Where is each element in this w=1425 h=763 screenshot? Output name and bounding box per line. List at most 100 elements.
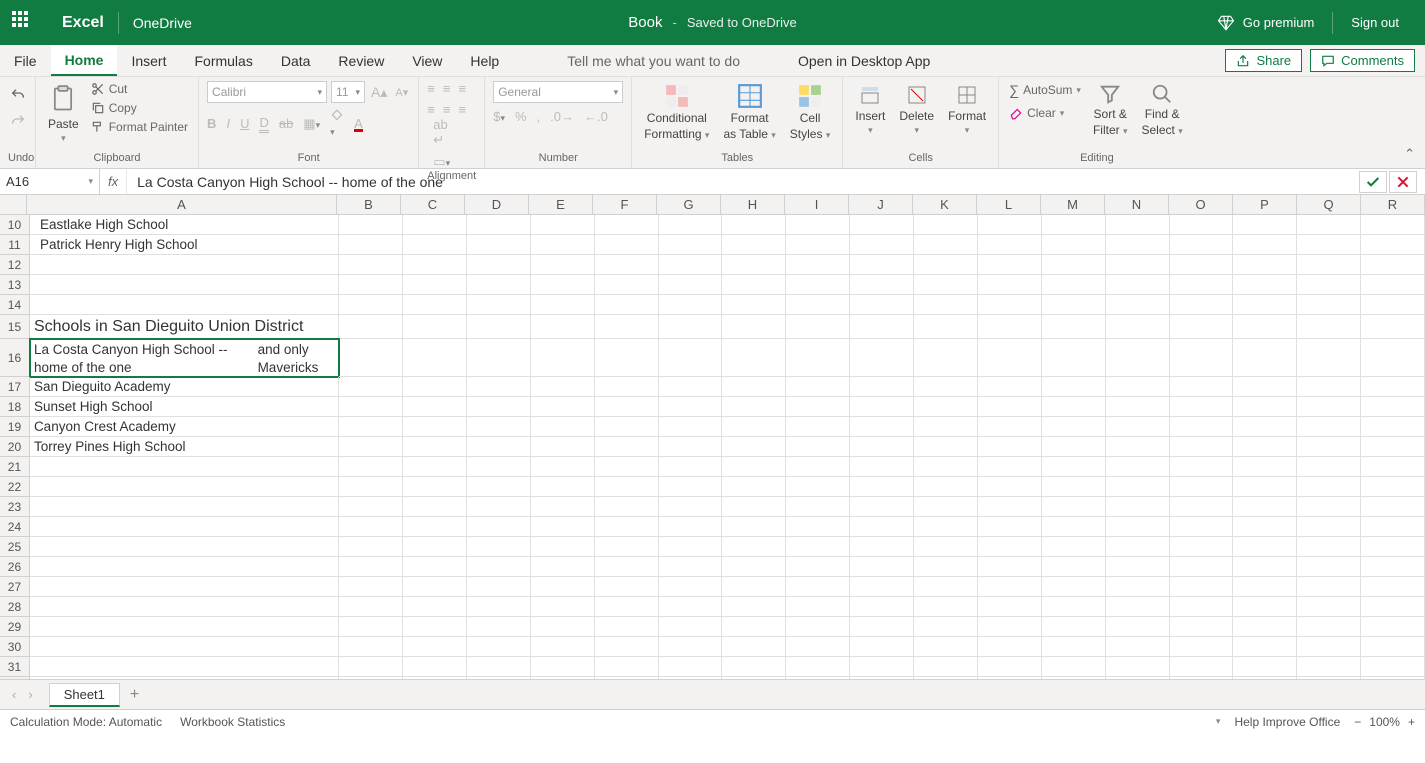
cell[interactable] <box>1106 657 1170 677</box>
row-header[interactable]: 23 <box>0 497 30 517</box>
cell[interactable] <box>1233 617 1297 637</box>
cell[interactable] <box>30 497 339 517</box>
comments-button[interactable]: Comments <box>1310 49 1415 72</box>
cell[interactable] <box>1170 557 1234 577</box>
cell[interactable] <box>659 577 723 597</box>
cell[interactable] <box>786 255 850 275</box>
cell[interactable] <box>1042 657 1106 677</box>
row-header[interactable]: 14 <box>0 295 30 315</box>
cell[interactable] <box>786 417 850 437</box>
cell[interactable] <box>339 339 403 377</box>
sign-out-button[interactable]: Sign out <box>1333 0 1417 45</box>
cell[interactable] <box>1170 275 1234 295</box>
cell[interactable] <box>467 577 531 597</box>
cell[interactable] <box>1233 417 1297 437</box>
row-header[interactable]: 28 <box>0 597 30 617</box>
cell[interactable] <box>1042 235 1106 255</box>
comma-button[interactable]: , <box>537 109 541 124</box>
column-header[interactable]: B <box>337 195 401 214</box>
cell[interactable] <box>403 497 467 517</box>
number-format-combo[interactable]: General▾ <box>493 81 623 103</box>
cell[interactable] <box>1233 557 1297 577</box>
cell[interactable] <box>531 295 595 315</box>
cell[interactable] <box>1106 235 1170 255</box>
cell[interactable] <box>531 377 595 397</box>
cell[interactable] <box>339 677 403 679</box>
cell[interactable] <box>1233 295 1297 315</box>
cell[interactable] <box>1297 477 1361 497</box>
cell[interactable] <box>467 255 531 275</box>
row-header[interactable]: 12 <box>0 255 30 275</box>
cell[interactable] <box>1106 497 1170 517</box>
cell[interactable] <box>786 457 850 477</box>
row-header[interactable]: 22 <box>0 477 30 497</box>
cell[interactable] <box>1170 577 1234 597</box>
cell[interactable] <box>786 215 850 235</box>
cell[interactable] <box>531 417 595 437</box>
cell[interactable] <box>850 637 914 657</box>
cell[interactable] <box>595 557 659 577</box>
cell[interactable] <box>1233 235 1297 255</box>
align-middle-button[interactable]: ≡ <box>443 81 451 96</box>
cell[interactable] <box>659 275 723 295</box>
cell[interactable] <box>850 657 914 677</box>
cell[interactable] <box>1361 457 1425 477</box>
tab-formulas[interactable]: Formulas <box>180 45 266 76</box>
cell[interactable] <box>339 517 403 537</box>
cell[interactable] <box>1170 457 1234 477</box>
row-header[interactable]: 10 <box>0 215 30 235</box>
cell[interactable] <box>978 477 1042 497</box>
cell[interactable] <box>1170 315 1234 339</box>
cell[interactable] <box>531 255 595 275</box>
cell[interactable] <box>1297 497 1361 517</box>
cell[interactable] <box>1106 457 1170 477</box>
share-button[interactable]: Share <box>1225 49 1302 72</box>
cell[interactable] <box>1106 275 1170 295</box>
cell[interactable] <box>1106 477 1170 497</box>
cell[interactable] <box>1233 577 1297 597</box>
cell[interactable] <box>1042 295 1106 315</box>
cell[interactable] <box>914 577 978 597</box>
cell[interactable] <box>1106 397 1170 417</box>
cell[interactable] <box>914 477 978 497</box>
cell[interactable] <box>659 477 723 497</box>
cell[interactable] <box>30 537 339 557</box>
cell[interactable] <box>403 577 467 597</box>
cell[interactable] <box>1106 637 1170 657</box>
cell[interactable] <box>531 497 595 517</box>
cell[interactable] <box>850 377 914 397</box>
cell[interactable] <box>978 517 1042 537</box>
cell[interactable] <box>1106 295 1170 315</box>
cell[interactable] <box>1233 315 1297 339</box>
row-header[interactable]: 24 <box>0 517 30 537</box>
insert-cells-button[interactable]: Insert▾ <box>851 81 889 138</box>
row-header[interactable]: 21 <box>0 457 30 477</box>
cell[interactable] <box>1297 557 1361 577</box>
cell[interactable] <box>850 315 914 339</box>
cell[interactable] <box>403 275 467 295</box>
cell[interactable] <box>1361 497 1425 517</box>
cell[interactable] <box>722 295 786 315</box>
column-header[interactable]: G <box>657 195 721 214</box>
cell[interactable] <box>914 437 978 457</box>
cell[interactable] <box>30 275 339 295</box>
cell[interactable] <box>467 397 531 417</box>
cell[interactable] <box>1297 437 1361 457</box>
cell[interactable] <box>914 215 978 235</box>
cell[interactable] <box>1297 657 1361 677</box>
cell[interactable] <box>850 577 914 597</box>
cell[interactable] <box>1042 397 1106 417</box>
cell[interactable] <box>531 437 595 457</box>
row-header[interactable]: 20 <box>0 437 30 457</box>
cell[interactable] <box>1042 417 1106 437</box>
location-label[interactable]: OneDrive <box>119 15 206 31</box>
cell[interactable] <box>467 477 531 497</box>
column-header[interactable]: F <box>593 195 657 214</box>
cell[interactable] <box>850 497 914 517</box>
cell[interactable] <box>659 537 723 557</box>
format-cells-button[interactable]: Format▾ <box>944 81 990 138</box>
cell[interactable] <box>850 557 914 577</box>
cell[interactable] <box>1297 295 1361 315</box>
cell[interactable] <box>659 497 723 517</box>
cell[interactable] <box>30 557 339 577</box>
